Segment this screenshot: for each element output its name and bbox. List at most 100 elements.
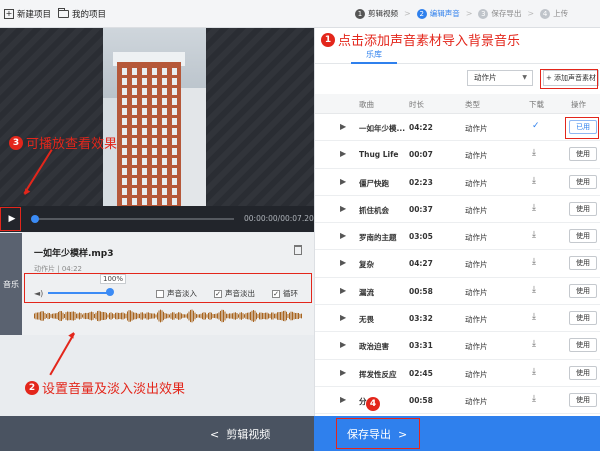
progress-bar[interactable] [31, 215, 234, 223]
use-button[interactable]: 使用 [569, 392, 597, 407]
app-window: + 新建项目 我的项目 1 剪辑视频 > 2 编辑声音 > 3 保存导出 > 4… [0, 0, 600, 451]
play-icon[interactable]: ▶ [340, 149, 346, 158]
category-select[interactable]: 动作片 ▼ [467, 70, 533, 86]
play-icon[interactable]: ▶ [340, 122, 346, 131]
table-row[interactable]: ▶ 政治迫害 03:31 动作片 ⤓ 使用 [315, 332, 600, 360]
annotation-2: 2 设置音量及淡入淡出效果 [25, 378, 185, 397]
song-name: 挥发性反应 [359, 369, 397, 379]
step-save-export[interactable]: 3 保存导出 [478, 8, 521, 19]
step-label: 剪辑视频 [368, 9, 398, 18]
play-icon[interactable]: ▶ [340, 231, 346, 240]
play-icon[interactable]: ▶ [340, 313, 346, 322]
back-to-edit-button[interactable]: < 剪辑视频 [0, 416, 314, 451]
table-row[interactable]: ▶ 挥发性反应 02:45 动作片 ⤓ 使用 [315, 360, 600, 387]
download-icon[interactable]: ⤓ [532, 176, 536, 186]
annotation-number: 2 [25, 380, 39, 395]
play-icon[interactable]: ▶ [340, 340, 346, 349]
plus-icon: + [4, 9, 14, 19]
use-button[interactable]: 使用 [569, 283, 597, 298]
download-icon[interactable]: ⤓ [532, 285, 536, 295]
table-row[interactable]: ▶ 无畏 03:32 动作片 ⤓ 使用 [315, 305, 600, 333]
song-name: 僵尸快跑 [359, 178, 389, 188]
trash-icon[interactable] [294, 245, 302, 255]
use-button[interactable]: 使用 [569, 338, 597, 353]
annotation-4: 4 [366, 397, 380, 411]
step-number: 2 [416, 8, 427, 19]
step-label: 编辑声音 [429, 9, 460, 18]
table-row[interactable]: ▶ 罗南的主题 03:05 动作片 ⤓ 使用 [315, 223, 600, 251]
play-icon[interactable]: ▶ [340, 177, 346, 186]
download-icon[interactable]: ⤓ [532, 230, 536, 240]
play-icon[interactable]: ▶ [340, 368, 346, 377]
use-button[interactable]: 使用 [569, 256, 597, 271]
song-type: 动作片 [465, 369, 488, 379]
use-button[interactable]: 使用 [569, 174, 597, 189]
download-icon[interactable]: ⤓ [532, 148, 536, 158]
folder-icon [58, 8, 69, 18]
table-row[interactable]: ▶ 漏流 00:58 动作片 ⤓ 使用 [315, 278, 600, 306]
step-label: 保存导出 [491, 9, 522, 18]
table-row[interactable]: ▶ 僵尸快跑 02:23 动作片 ⤓ 使用 [315, 169, 600, 196]
play-icon[interactable]: ▶ [340, 286, 346, 295]
col-song: 歌曲 [359, 100, 374, 109]
step-upload[interactable]: 4 上传 [540, 8, 568, 19]
song-type: 动作片 [465, 342, 488, 352]
annotation-text: 可播放查看效果 [26, 137, 118, 152]
new-project-label: 新建项目 [17, 10, 52, 20]
check-circle-icon[interactable]: ✓ [532, 121, 540, 131]
play-icon[interactable]: ▶ [340, 258, 346, 267]
annotation-number: 1 [321, 32, 335, 47]
step-edit-video[interactable]: 1 剪辑视频 [355, 8, 398, 19]
col-download: 下载 [529, 100, 544, 109]
video-preview [0, 28, 314, 206]
song-name: 政治迫害 [359, 342, 389, 352]
step-edit-audio[interactable]: 2 编辑声音 [416, 8, 460, 19]
my-projects-button[interactable]: 我的项目 [58, 7, 106, 21]
use-button[interactable]: 使用 [569, 365, 597, 380]
song-name: 漏流 [359, 287, 374, 297]
progress-handle[interactable] [31, 215, 39, 223]
download-icon[interactable]: ⤓ [532, 312, 536, 322]
timecode: 00:00:00/00:07.20 [244, 214, 314, 223]
song-duration: 03:05 [409, 232, 433, 242]
use-button[interactable]: 使用 [569, 311, 597, 326]
song-name: Thug Life [359, 150, 399, 160]
play-icon[interactable]: ▶ [340, 395, 346, 404]
highlight-used-button [565, 117, 599, 139]
table-row[interactable]: ▶分...00:58动作片⤓使用 [315, 387, 600, 415]
table-row[interactable]: ▶ 复杂 04:27 动作片 ⤓ 使用 [315, 250, 600, 278]
step-number: 4 [540, 8, 551, 19]
new-project-button[interactable]: + 新建项目 [4, 7, 51, 21]
my-projects-label: 我的项目 [72, 10, 107, 20]
use-button[interactable]: 使用 [569, 147, 597, 162]
download-icon[interactable]: ⤓ [532, 339, 536, 349]
song-duration: 04:27 [409, 259, 433, 269]
chevron-right-icon: > [404, 9, 411, 18]
table-row[interactable]: ▶ Thug Life 00:07 动作片 ⤓ 使用 [315, 141, 600, 169]
song-type: 动作片 [465, 205, 488, 215]
download-icon[interactable]: ⤓ [532, 367, 536, 377]
download-icon[interactable]: ⤓ [532, 203, 536, 213]
use-button[interactable]: 使用 [569, 201, 597, 216]
col-duration: 时长 [409, 100, 424, 109]
play-icon[interactable]: ▶ [340, 204, 346, 213]
song-type: 动作片 [465, 315, 488, 325]
song-duration: 00:58 [409, 395, 433, 405]
song-type: 动作片 [465, 260, 488, 270]
song-duration: 03:31 [409, 341, 433, 351]
use-button[interactable]: 使用 [569, 229, 597, 244]
col-action: 操作 [571, 100, 586, 109]
song-duration: 00:37 [409, 204, 433, 214]
step-number: 1 [355, 8, 365, 19]
song-name: 罗南的主题 [359, 233, 397, 243]
music-tab[interactable]: 音乐 [0, 233, 22, 335]
song-name: 复杂 [359, 260, 374, 270]
chevron-right-icon: > [527, 9, 535, 18]
category-select-value: 动作片 [474, 73, 497, 82]
download-icon[interactable]: ⤓ [532, 257, 536, 267]
download-icon[interactable]: ⤓ [532, 394, 536, 404]
table-row[interactable]: ▶ 一如年少模... 04:22 动作片 ✓ 已用 [315, 114, 600, 142]
table-row[interactable]: ▶ 抓住机会 00:37 动作片 ⤓ 使用 [315, 196, 600, 224]
annotation-1: 1 点击添加声音素材导入背景音乐 [321, 30, 520, 49]
chevron-down-icon: ▼ [522, 74, 527, 81]
